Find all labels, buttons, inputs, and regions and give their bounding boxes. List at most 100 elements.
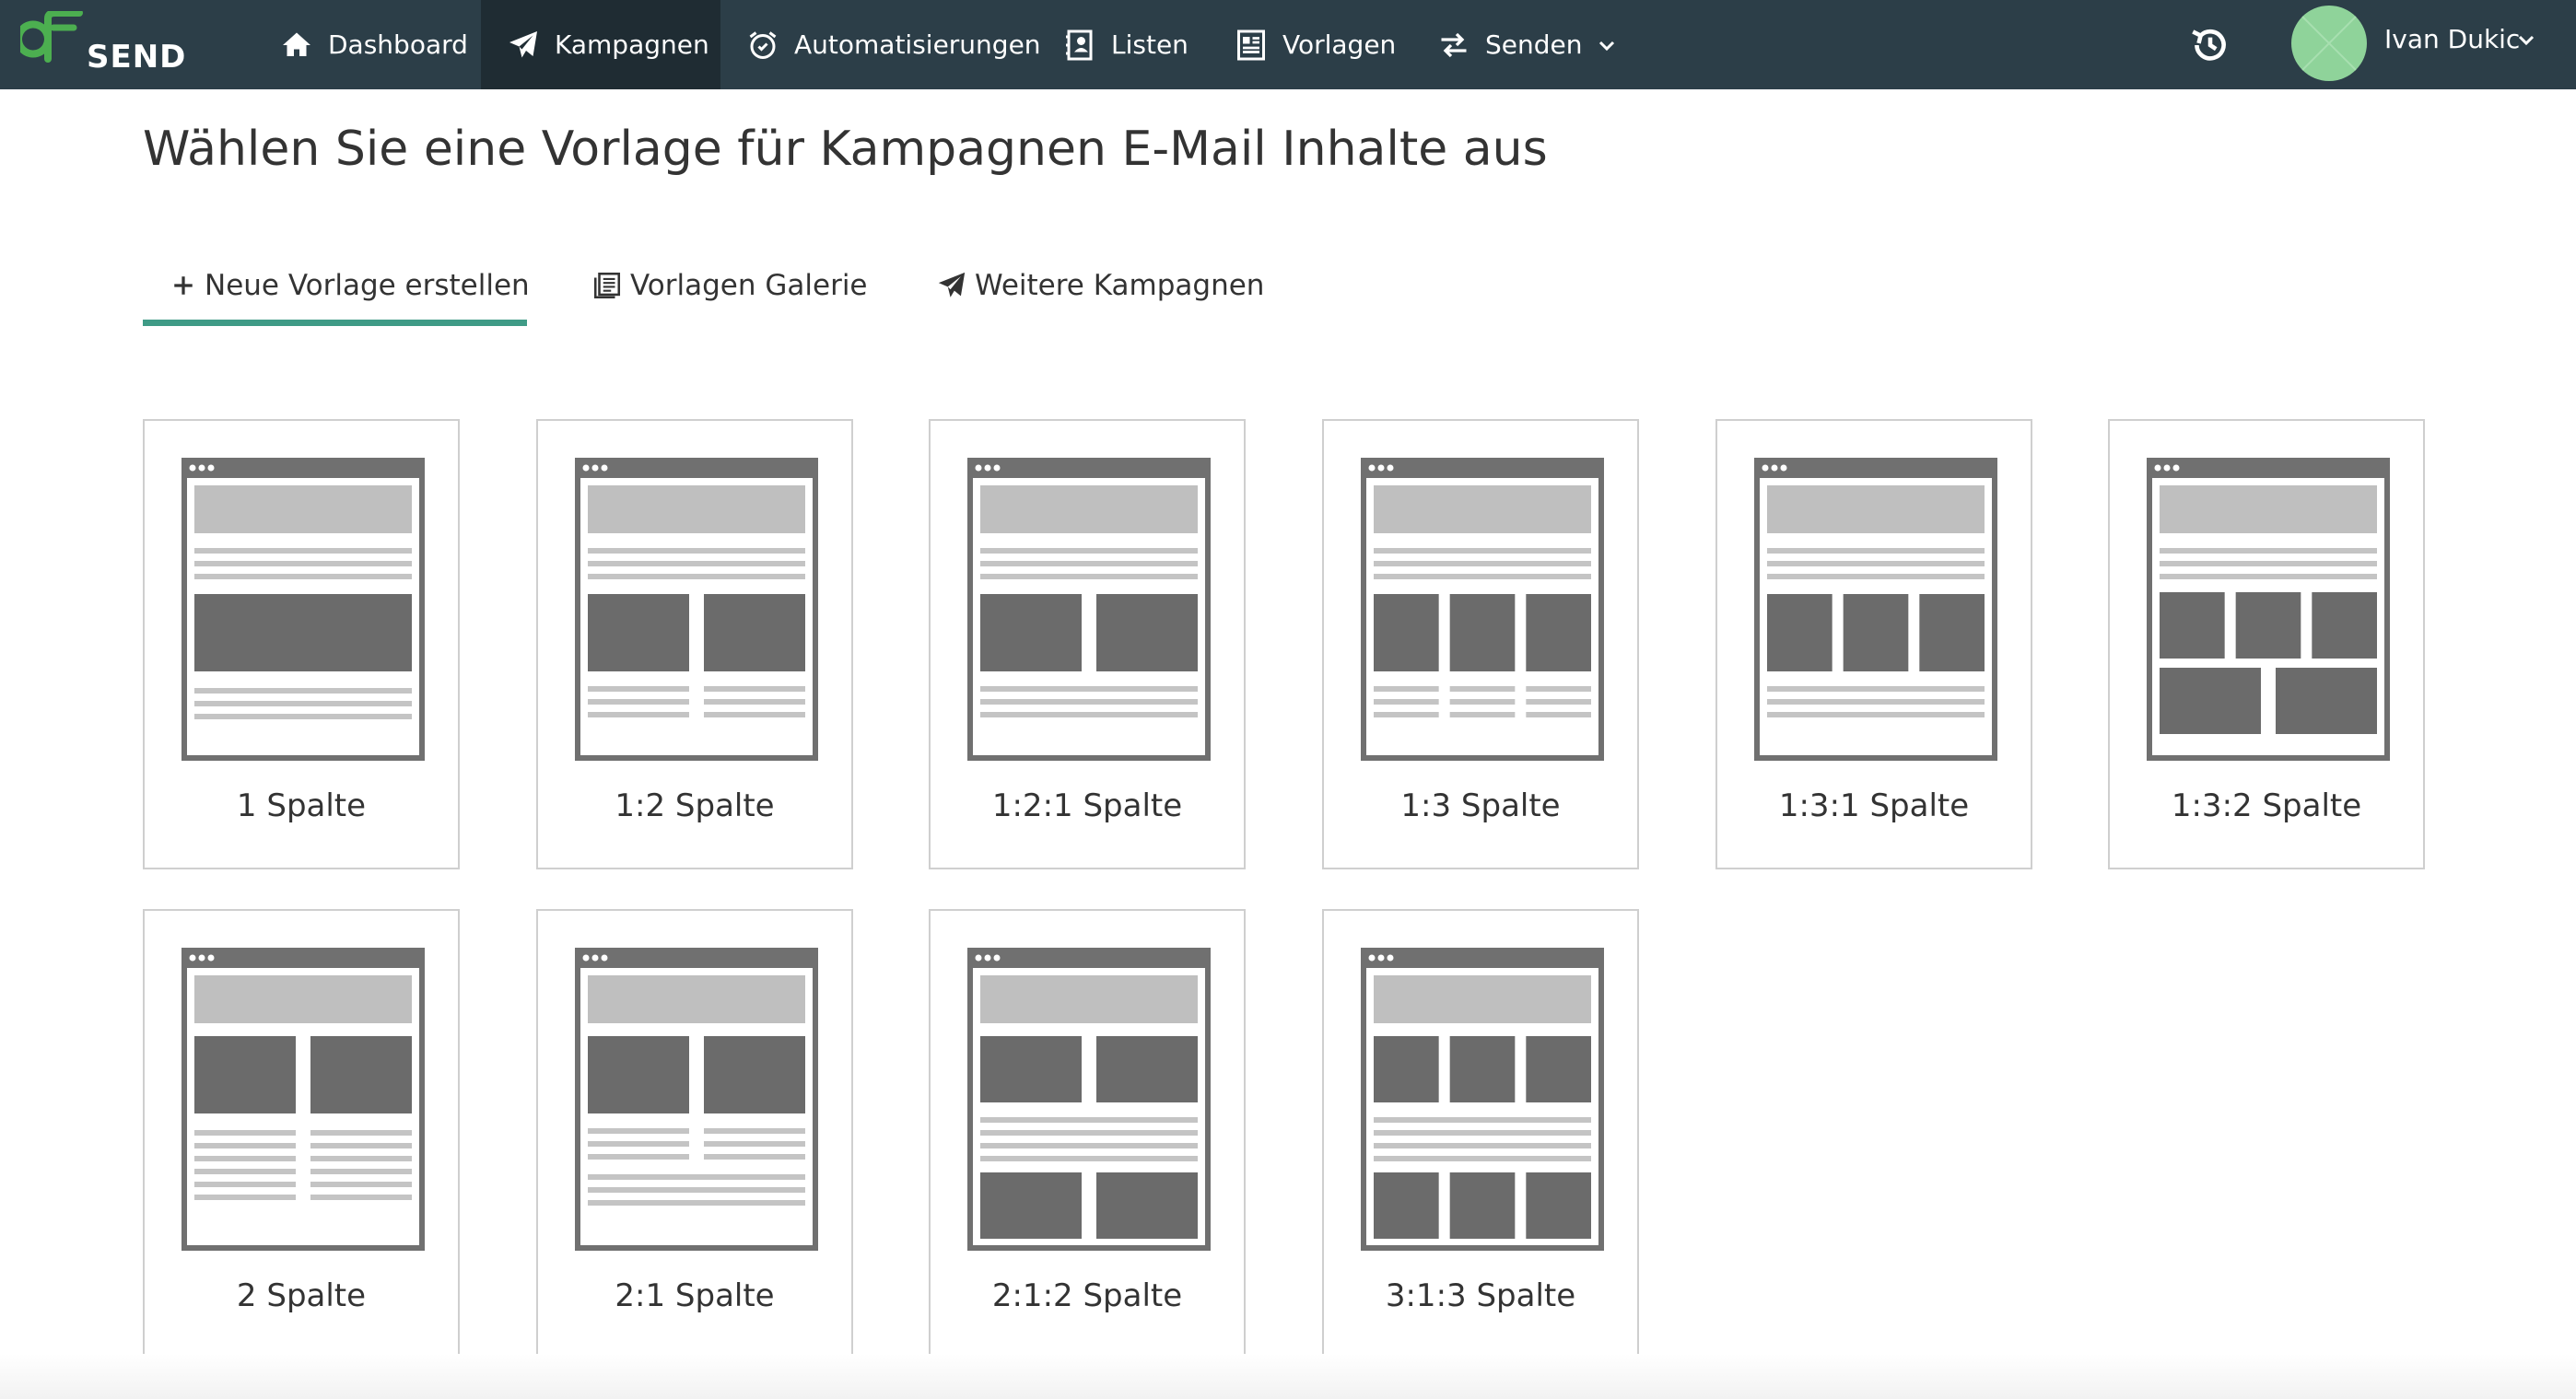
thumb-text-line — [194, 574, 412, 579]
thumb-window-dot — [582, 954, 590, 962]
thumb-window-dot — [1780, 464, 1787, 472]
thumb-image-block — [980, 1172, 1082, 1239]
thumb-image-block — [1526, 1172, 1591, 1239]
template-card-3-1-3[interactable]: 3:1:3 Spalte — [1322, 909, 1639, 1359]
tab-neue-vorlage[interactable]: Neue Vorlage erstellen — [171, 258, 530, 313]
thumb-text-line — [310, 1130, 412, 1136]
user-menu[interactable]: Ivan Dukic — [2384, 0, 2520, 77]
thumb-text-line — [194, 1169, 296, 1174]
avatar[interactable] — [2291, 6, 2367, 81]
thumb-text-line — [2160, 574, 2377, 579]
thumb-text-line — [588, 1187, 805, 1193]
thumb-header-block — [980, 975, 1198, 1023]
thumb-text-line — [588, 548, 805, 554]
thumb-header-block — [1767, 485, 1985, 533]
thumb-window-dot — [1368, 464, 1376, 472]
thumb-window-dot — [993, 954, 1001, 962]
thumb-text-line — [588, 561, 805, 566]
history-icon[interactable] — [2187, 22, 2233, 68]
tab-vorlagen-galerie[interactable]: Vorlagen Galerie — [591, 258, 868, 313]
thumb-text-line — [1374, 1156, 1591, 1161]
nav-item-kampagnen[interactable]: Kampagnen — [481, 0, 720, 89]
exchange-arrows-icon — [1441, 32, 1467, 57]
template-card-1-3-1[interactable]: 1:3:1 Spalte — [1715, 419, 2032, 869]
thumb-text-line — [194, 1195, 296, 1200]
chevron-down-icon[interactable] — [2515, 29, 2537, 51]
thumb-window-dot — [207, 464, 215, 472]
template-card-1-2[interactable]: 1:2 Spalte — [536, 419, 853, 869]
tab-weitere-kampagnen[interactable]: Weitere Kampagnen — [936, 258, 1264, 313]
thumb-text-line — [588, 574, 805, 579]
template-card-label: 3:1:3 Spalte — [1385, 1277, 1576, 1314]
paper-plane-icon — [938, 272, 966, 297]
thumb-header-block — [980, 485, 1198, 533]
nav-item-label: Dashboard — [328, 29, 468, 60]
thumb-text-line — [1767, 699, 1985, 705]
thumb-text-line — [194, 548, 412, 554]
thumb-text-line — [310, 1156, 412, 1161]
thumb-text-line — [194, 1143, 296, 1148]
thumb-image-block — [1843, 594, 1909, 671]
thumb-text-line — [980, 548, 1198, 554]
contact-list-icon — [1066, 29, 1093, 60]
template-icon — [1237, 29, 1265, 60]
thumb-window-dot — [2163, 464, 2171, 472]
thumb-text-line — [310, 1169, 412, 1174]
thumb-window-dot — [975, 954, 982, 962]
gallery-icon — [593, 272, 621, 299]
thumb-image-block — [310, 1036, 412, 1113]
template-layout-thumbnail — [575, 458, 818, 761]
template-card-2-1-2[interactable]: 2:1:2 Spalte — [929, 909, 1246, 1359]
thumb-window-dot — [198, 954, 205, 962]
template-card-1[interactable]: 1 Spalte — [143, 419, 460, 869]
thumb-text-line — [588, 1128, 689, 1134]
template-card-label: 1:2 Spalte — [615, 787, 775, 824]
thumb-window-dot — [2154, 464, 2161, 472]
logo[interactable]: SEND — [20, 11, 185, 77]
thumb-header-block — [588, 975, 805, 1023]
nav-item-vorlagen[interactable]: Vorlagen — [1235, 0, 1396, 89]
page-bottom-fade — [0, 1354, 2576, 1399]
thumb-text-line — [704, 686, 805, 692]
thumb-text-line — [194, 714, 412, 719]
thumb-window-dot — [984, 954, 991, 962]
avatar-placeholder-icon — [2291, 6, 2367, 81]
thumb-text-line — [2160, 548, 2377, 554]
thumb-header-block — [1374, 485, 1591, 533]
thumb-text-line — [1374, 699, 1439, 705]
template-layout-thumbnail — [1361, 948, 1604, 1251]
template-card-2[interactable]: 2 Spalte — [143, 909, 460, 1359]
thumb-window-dot — [189, 954, 196, 962]
template-card-1-3[interactable]: 1:3 Spalte — [1322, 419, 1639, 869]
thumb-image-block — [704, 594, 805, 671]
thumb-text-line — [980, 699, 1198, 705]
template-card-2-1[interactable]: 2:1 Spalte — [536, 909, 853, 1359]
thumb-image-block — [2312, 592, 2377, 659]
thumb-text-line — [980, 1117, 1198, 1123]
template-card-1-2-1[interactable]: 1:2:1 Spalte — [929, 419, 1246, 869]
thumb-image-block — [194, 594, 412, 671]
nav-item-automatisierungen[interactable]: Automatisierungen — [746, 0, 1041, 89]
thumb-header-block — [1374, 975, 1591, 1023]
nav-item-listen[interactable]: Listen — [1063, 0, 1188, 89]
template-layout-thumbnail — [181, 948, 425, 1251]
thumb-image-block — [588, 594, 689, 671]
thumb-text-line — [588, 699, 689, 705]
thumb-window-dot — [1762, 464, 1769, 472]
active-tab-indicator — [143, 320, 527, 326]
thumb-image-block — [1374, 594, 1439, 671]
nav-item-senden[interactable]: Senden — [1437, 0, 1618, 89]
thumb-text-line — [1374, 1117, 1591, 1123]
thumb-text-line — [310, 1143, 412, 1148]
nav-item-dashboard[interactable]: Dashboard — [280, 0, 468, 89]
template-card-label: 1 Spalte — [236, 787, 367, 824]
thumb-header-block — [194, 975, 412, 1023]
thumb-text-line — [194, 1182, 296, 1187]
thumb-image-block — [588, 1036, 689, 1113]
template-card-1-3-2[interactable]: 1:3:2 Spalte — [2108, 419, 2425, 869]
thumb-window-dot — [993, 464, 1001, 472]
thumb-text-line — [980, 1143, 1198, 1148]
thumb-window-dot — [1387, 954, 1394, 962]
template-card-label: 2:1 Spalte — [615, 1277, 775, 1314]
thumb-text-line — [310, 1182, 412, 1187]
